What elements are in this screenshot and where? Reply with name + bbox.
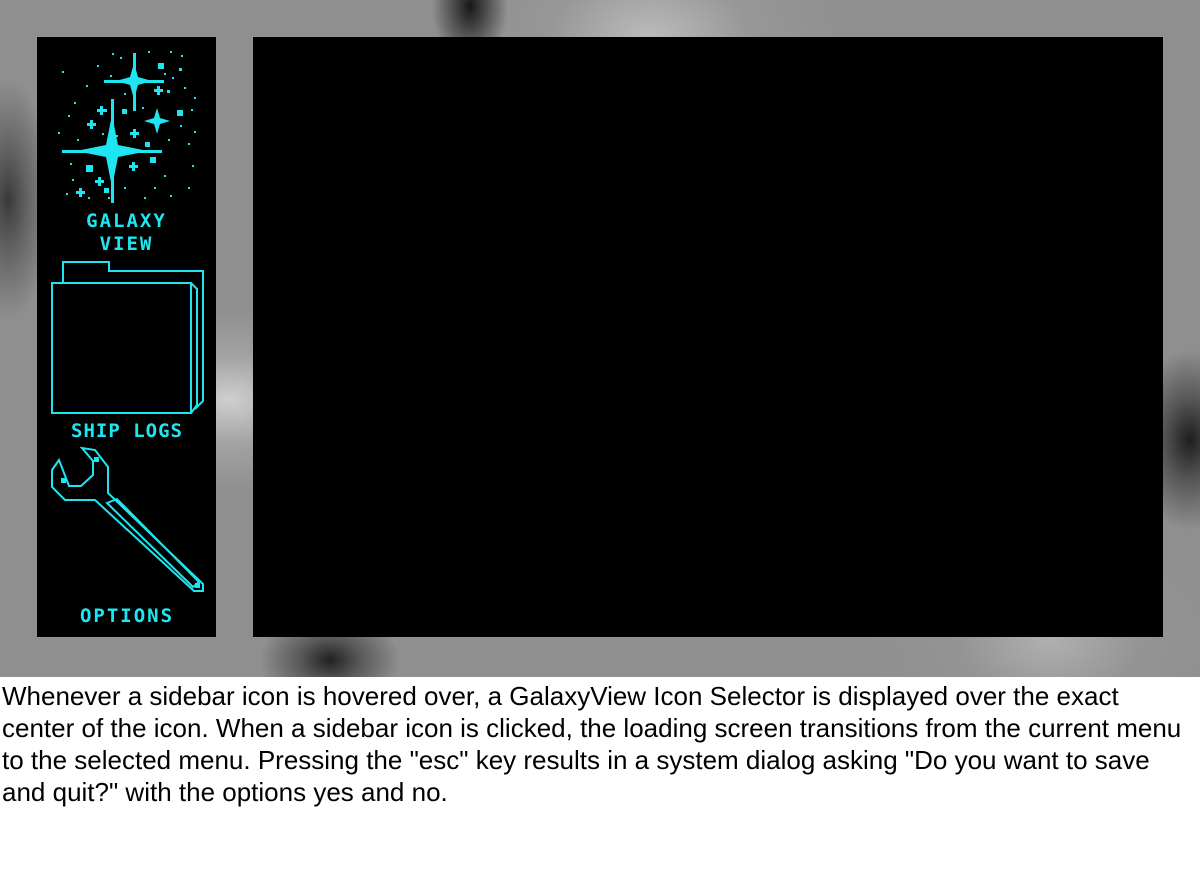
folder-icon xyxy=(51,261,204,414)
sidebar-item-ship-logs[interactable]: SHIP LOGS xyxy=(47,259,207,447)
sidebar-item-options[interactable]: OPTIONS xyxy=(47,445,207,633)
sidebar-item-label: GALAXY VIEW xyxy=(86,210,167,255)
wrench-icon xyxy=(51,446,204,592)
sidebar: GALAXY VIEW SHIP LOGS OPTIONS xyxy=(37,37,216,637)
description-text: Whenever a sidebar icon is hovered over,… xyxy=(2,681,1182,807)
sparkle-stars-icon xyxy=(58,51,196,203)
sidebar-item-label: OPTIONS xyxy=(79,605,175,627)
sidebar-item-label: SHIP LOGS xyxy=(71,420,183,442)
sidebar-item-galaxy-view[interactable]: GALAXY VIEW xyxy=(50,47,203,262)
main-display xyxy=(253,37,1163,637)
backdrop: GALAXY VIEW SHIP LOGS OPTIONS xyxy=(0,0,1200,677)
